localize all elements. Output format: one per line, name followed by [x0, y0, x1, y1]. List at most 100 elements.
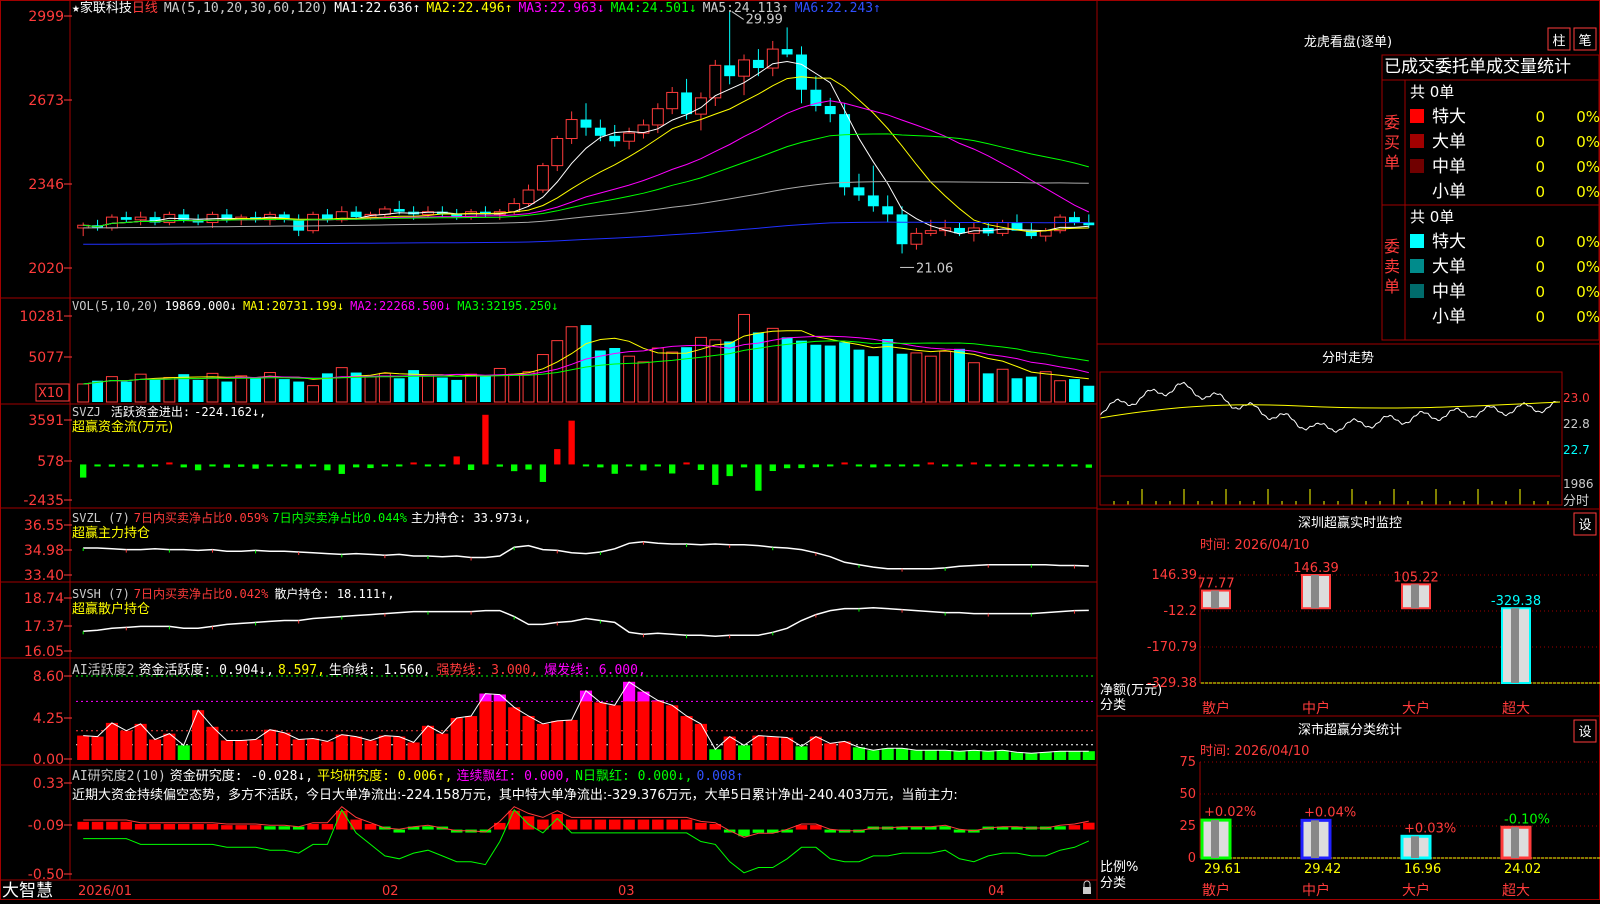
flow-bar [841, 462, 848, 465]
ma-spec: MA(5,10,20,30,60,120) [164, 1, 328, 16]
activity-bar [1054, 751, 1067, 760]
flow-bar [855, 464, 863, 467]
flow-bar [410, 462, 417, 465]
activity-bar [220, 740, 233, 760]
lock-icon[interactable] [1083, 880, 1091, 894]
svg-text:1986: 1986 [1563, 477, 1594, 491]
category-label: 散户 [1202, 882, 1230, 899]
y-tick: 50 [1179, 787, 1196, 802]
panel-frames [0, 0, 1600, 900]
flow-bar [123, 464, 130, 467]
research-bar [695, 822, 707, 830]
candle-body [752, 59, 764, 69]
flow-bar [956, 464, 963, 467]
volume-bar [1054, 380, 1067, 403]
ratio-value-label: 29.61 [1204, 862, 1241, 877]
date-tick: 02 [382, 884, 399, 899]
order-value: 0 [1535, 258, 1545, 276]
candle-body [882, 206, 894, 215]
tick-label: 0.00 [33, 752, 64, 768]
candle-body [1068, 217, 1080, 223]
tick-label: 18.74 [24, 591, 64, 607]
activity-bar [565, 719, 578, 760]
tick-label: 2999 [28, 9, 64, 25]
svzl-chart[interactable] [82, 540, 1089, 572]
tick-label: 34.98 [24, 543, 64, 559]
research-bar [1068, 825, 1081, 830]
volume-chart[interactable] [77, 313, 1095, 403]
volume-bar [221, 381, 233, 402]
flow-bar [424, 464, 432, 467]
ai-research-chart[interactable] [77, 806, 1095, 874]
vol-title: VOL(5,10,20) [72, 299, 159, 313]
activity-bar [436, 733, 449, 760]
ai-active-chart[interactable] [76, 675, 1096, 760]
bar-shade [1411, 584, 1419, 609]
order-value: 0 [1535, 233, 1545, 251]
order-pct: 0% [1576, 233, 1600, 251]
ts-frame [1099, 371, 1563, 506]
research-bar [1083, 822, 1095, 830]
candle-body [393, 208, 405, 212]
sz-monitor-xlabel: 分类 [1100, 698, 1126, 713]
app-logo: 大智慧 [2, 881, 53, 900]
tick-label: 16.05 [24, 644, 64, 660]
research-bar [106, 821, 118, 830]
research-bar [278, 826, 291, 830]
bar-shade [1311, 575, 1319, 609]
dragon-title: 龙虎看盘(逐单) [1304, 34, 1392, 50]
research-bar [221, 825, 233, 830]
volume-bar [522, 371, 535, 403]
activity-bar [508, 707, 521, 760]
activity-bar [666, 705, 679, 760]
research-bar [91, 821, 104, 830]
tick-label: 578 [37, 454, 64, 470]
axis-ticks: 2999 2673 2346 2020 10281 5077 X10 3591 578 -2435… [19, 9, 72, 883]
sell-total: 共 0单 [1410, 208, 1454, 226]
svg-text:柱: 柱 [1552, 34, 1565, 49]
holding-line [83, 606, 1089, 637]
flow-bar [180, 464, 187, 468]
activity-bar [77, 735, 90, 760]
order-color-swatch [1410, 259, 1424, 273]
candlestick-chart[interactable]: 29.9921.06 [77, 10, 1095, 276]
vol-unit: X10 [38, 386, 63, 401]
y-tick: 146.39 [1152, 568, 1198, 583]
research-bar [192, 824, 204, 830]
flow-bar [281, 464, 288, 467]
candle-body [536, 165, 549, 191]
volume-bar [451, 379, 463, 402]
order-label: 特大 [1432, 107, 1466, 127]
order-pct: 0% [1576, 108, 1600, 126]
svzj-title: SVZJ [72, 405, 101, 419]
research-bar [178, 824, 190, 830]
order-value: 0 [1535, 158, 1545, 176]
chart-canvas[interactable]: 2999 2673 2346 2020 10281 5077 X10 3591 578 -2435… [0, 0, 1600, 901]
stock-name: 家联科技 [80, 0, 132, 16]
flow-bar [755, 464, 762, 491]
candle-body [853, 187, 865, 196]
activity-bar [680, 716, 693, 760]
category-label: 超大 [1502, 883, 1530, 899]
bar-value-label: -329.38 [1491, 594, 1541, 609]
volume-bar [594, 350, 606, 402]
tick-label: 17.37 [24, 619, 64, 635]
activity-bar [594, 702, 607, 760]
volume-bar [163, 376, 176, 403]
sz-monitor-ylabel: 净额(万元) [1100, 683, 1162, 698]
low-label: 21.06 [916, 261, 953, 276]
category-label: 中户 [1302, 700, 1330, 717]
svsh-chart[interactable] [82, 606, 1089, 639]
order-label: 小单 [1432, 182, 1466, 202]
right-panels[interactable]: 146.39 -12.2 -170.79 -329.38 77.77 散户 146.39 中户… [1099, 371, 1600, 899]
volume-bar [1068, 379, 1080, 402]
change-label: +0.03% [1404, 821, 1456, 836]
flow-bar [597, 464, 604, 468]
svzj-chart[interactable] [80, 414, 1092, 491]
flow-bar [309, 464, 317, 467]
tick-label: 8.60 [33, 669, 64, 685]
sz-class-ylabel: 比例% [1100, 860, 1138, 875]
tick-label: 4.25 [33, 711, 64, 727]
volume-bar [796, 340, 807, 402]
category-label: 中户 [1302, 882, 1330, 899]
